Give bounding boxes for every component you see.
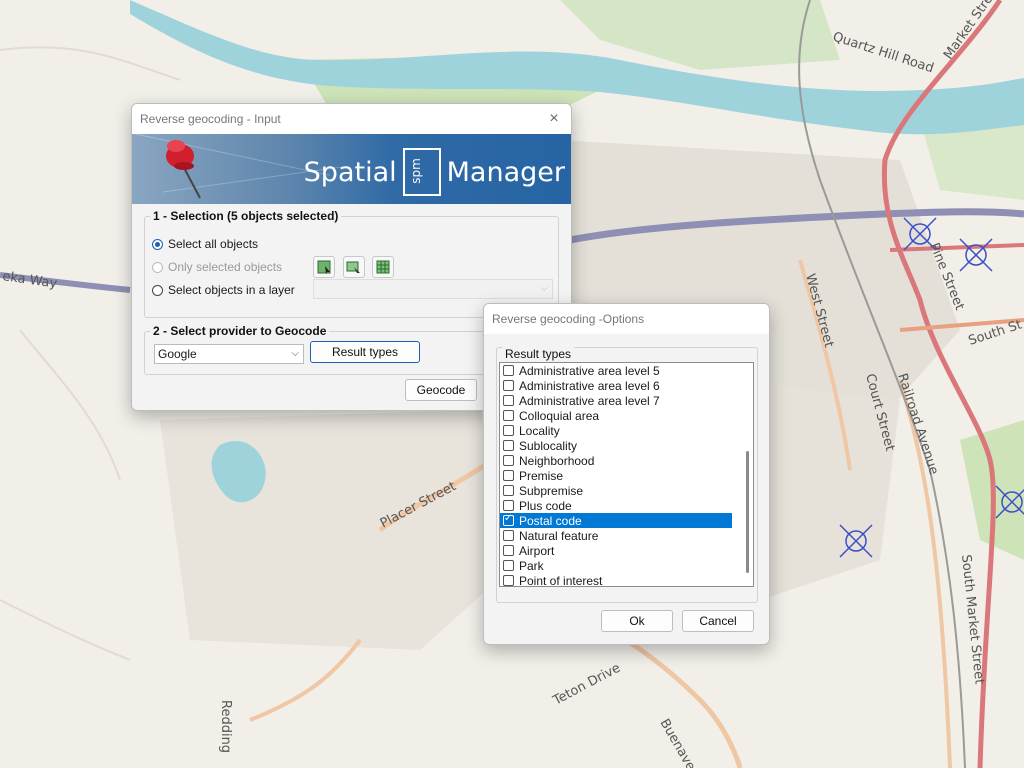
input-dialog-title: Reverse geocoding - Input	[140, 112, 281, 126]
radio-select-layer-indicator[interactable]	[152, 284, 163, 296]
radio-only-selected[interactable]: Only selected objects	[152, 260, 282, 274]
list-item-label: Administrative area level 6	[519, 378, 660, 393]
list-item-label: Locality	[519, 423, 560, 438]
list-item[interactable]: Colloquial area	[500, 408, 732, 423]
map-label-redding: Redding	[218, 700, 233, 753]
list-item-label: Neighborhood	[519, 453, 595, 468]
options-dialog-titlebar[interactable]: Reverse geocoding -Options	[484, 304, 769, 334]
list-item-label: Park	[519, 558, 544, 573]
checkbox-locality[interactable]	[503, 425, 514, 436]
list-item[interactable]: Locality	[500, 423, 732, 438]
list-item[interactable]: Neighborhood	[500, 453, 732, 468]
checkbox-plus-code[interactable]	[503, 500, 514, 511]
layer-select-combo[interactable]: ⌵	[313, 279, 553, 299]
radio-select-all-label: Select all objects	[168, 237, 259, 251]
spatial-manager-banner: Spatial spm Manager	[132, 134, 571, 204]
select-window-icon	[346, 261, 360, 273]
select-by-window-button[interactable]	[343, 256, 365, 278]
radio-select-layer-label: Select objects in a layer	[168, 283, 295, 297]
list-item[interactable]: Sublocality	[500, 438, 732, 453]
radio-select-all[interactable]: Select all objects	[152, 237, 258, 251]
list-item[interactable]: Administrative area level 5	[500, 363, 732, 378]
table-grid-icon	[376, 260, 390, 274]
input-dialog-titlebar[interactable]: Reverse geocoding - Input ×	[132, 104, 571, 134]
checkbox-premise[interactable]	[503, 470, 514, 481]
options-dialog-title: Reverse geocoding -Options	[492, 312, 645, 326]
list-item-label: Postal code	[519, 513, 582, 528]
list-scrollbar[interactable]	[746, 451, 749, 573]
close-icon[interactable]: ×	[545, 110, 563, 128]
list-item-label: Natural feature	[519, 528, 599, 543]
radio-only-selected-indicator[interactable]	[152, 261, 163, 273]
list-item-label: Administrative area level 7	[519, 393, 660, 408]
list-item[interactable]: Administrative area level 6	[500, 378, 732, 393]
list-item[interactable]: Subpremise	[500, 483, 732, 498]
result-types-button[interactable]: Result types	[310, 341, 420, 363]
brand-spatial: Spatial	[303, 156, 397, 188]
list-item[interactable]: Postal code	[500, 513, 732, 528]
checkbox-colloquial-area[interactable]	[503, 410, 514, 421]
checkbox-administrative-area-level-5[interactable]	[503, 365, 514, 376]
radio-select-all-indicator[interactable]	[152, 238, 163, 250]
checkbox-subpremise[interactable]	[503, 485, 514, 496]
checkbox-point-of-interest[interactable]	[503, 575, 514, 586]
list-item-label: Premise	[519, 468, 564, 483]
checkbox-airport[interactable]	[503, 545, 514, 556]
selection-group-label: 1 - Selection (5 objects selected)	[150, 209, 342, 223]
chevron-down-icon: ⌵	[540, 283, 548, 294]
list-item[interactable]: Airport	[500, 543, 732, 558]
list-item-label: Subpremise	[519, 483, 584, 498]
radio-only-selected-label: Only selected objects	[168, 260, 283, 274]
list-item-label: Plus code	[519, 498, 572, 513]
list-item-label: Airport	[519, 543, 555, 558]
list-item[interactable]: Point of interest	[500, 573, 732, 587]
brand-manager: Manager	[446, 156, 565, 188]
list-item[interactable]: Natural feature	[500, 528, 732, 543]
checkbox-administrative-area-level-7[interactable]	[503, 395, 514, 406]
checkbox-sublocality[interactable]	[503, 440, 514, 451]
list-item[interactable]: Park	[500, 558, 732, 573]
provider-select-value: Google	[158, 347, 197, 361]
provider-select[interactable]: Google ⌵	[154, 344, 304, 364]
spatial-manager-logo: Spatial spm Manager	[304, 148, 565, 196]
list-item[interactable]: Premise	[500, 468, 732, 483]
checkbox-natural-feature[interactable]	[503, 530, 514, 541]
list-item[interactable]: Plus code	[500, 498, 732, 513]
geocode-button[interactable]: Geocode	[405, 379, 477, 401]
reverse-geocoding-options-dialog: Reverse geocoding -Options Result types …	[483, 303, 770, 645]
radio-select-layer[interactable]: Select objects in a layer	[152, 283, 295, 297]
list-item[interactable]: Administrative area level 7	[500, 393, 732, 408]
list-item-label: Point of interest	[519, 573, 603, 587]
ok-button[interactable]: Ok	[601, 610, 673, 632]
cancel-button[interactable]: Cancel	[682, 610, 754, 632]
spm-logo-icon: spm	[402, 148, 441, 196]
list-item-label: Administrative area level 5	[519, 363, 660, 378]
list-item-label: Colloquial area	[519, 408, 600, 423]
result-types-list[interactable]: Administrative area level 5 Administrativ…	[499, 362, 754, 587]
checkbox-neighborhood[interactable]	[503, 455, 514, 466]
checkbox-park[interactable]	[503, 560, 514, 571]
checkbox-postal-code[interactable]	[503, 513, 514, 526]
pushpin-icon	[166, 140, 201, 199]
select-table-button[interactable]	[372, 256, 394, 278]
chevron-down-icon: ⌵	[291, 348, 299, 359]
select-objects-icon	[317, 260, 331, 274]
select-objects-button[interactable]	[313, 256, 335, 278]
result-types-group-label: Result types	[502, 347, 575, 361]
checkbox-administrative-area-level-6[interactable]	[503, 380, 514, 391]
provider-group-label: 2 - Select provider to Geocode	[150, 324, 330, 338]
list-item-label: Sublocality	[519, 438, 578, 453]
